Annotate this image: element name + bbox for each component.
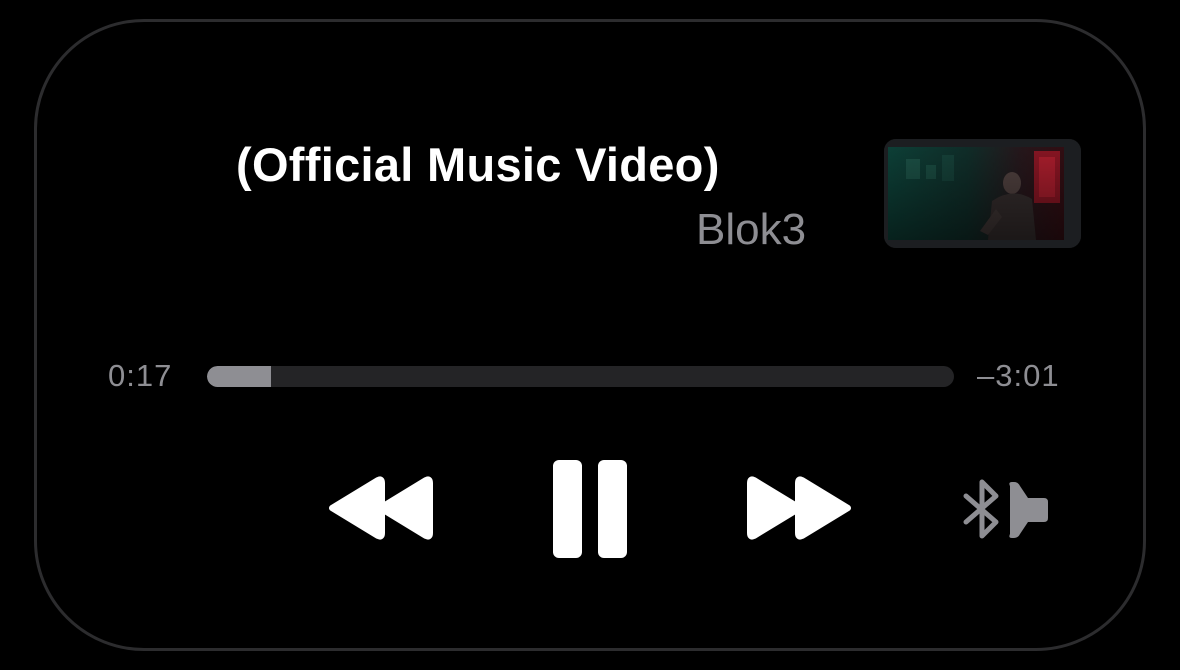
remaining-time: –3:01 bbox=[977, 358, 1060, 393]
pause-icon bbox=[553, 460, 627, 558]
fast-forward-icon bbox=[747, 476, 851, 540]
progress-fill bbox=[207, 366, 272, 387]
fast-forward-button[interactable] bbox=[746, 474, 858, 542]
bluetooth-speaker-icon bbox=[963, 479, 1048, 539]
audio-output-button[interactable] bbox=[958, 478, 1052, 542]
rewind-button[interactable] bbox=[322, 474, 438, 542]
rewind-icon bbox=[329, 476, 433, 540]
artist-name: Blok3 bbox=[696, 205, 807, 254]
audio-waveform-icon bbox=[121, 146, 199, 194]
progress-scrubber[interactable] bbox=[207, 366, 954, 387]
pause-button[interactable] bbox=[549, 458, 631, 560]
song-title: (Official Music Video) bbox=[236, 138, 720, 191]
thumbnail-image bbox=[884, 139, 1081, 248]
video-thumbnail[interactable] bbox=[884, 139, 1081, 248]
elapsed-time: 0:17 bbox=[108, 358, 173, 393]
